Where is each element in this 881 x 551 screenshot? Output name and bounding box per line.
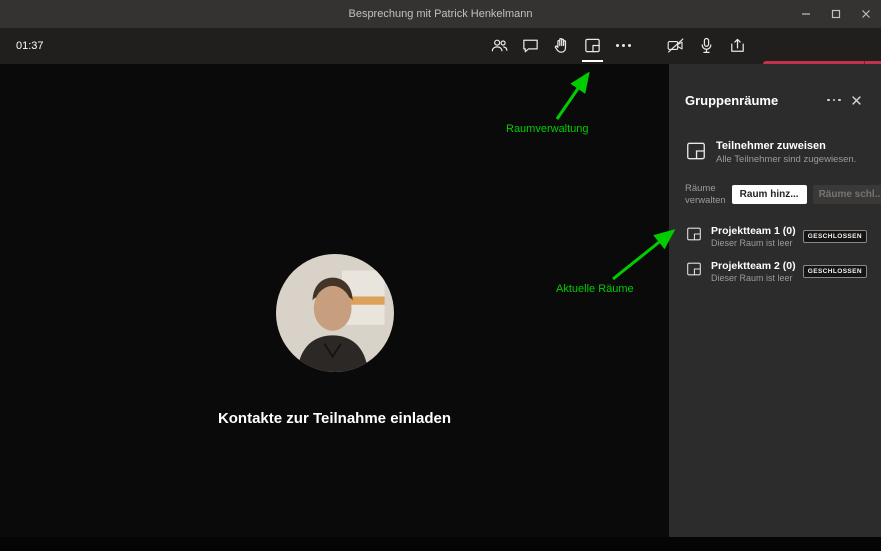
toolbar-center-icons	[484, 30, 639, 62]
breakout-rooms-icon	[585, 38, 600, 52]
share-screen-button[interactable]	[722, 30, 753, 60]
raise-hand-icon	[554, 37, 567, 53]
ellipsis-icon	[616, 43, 631, 47]
maximize-icon	[831, 9, 841, 19]
window-controls	[791, 0, 881, 28]
minimize-button[interactable]	[791, 0, 821, 28]
manage-rooms-label: Räume verwalten	[685, 183, 726, 206]
share-screen-icon	[731, 38, 744, 52]
participant-avatar	[276, 254, 394, 372]
teams-meeting-window: Besprechung mit Patrick Henkelmann 01:37	[0, 0, 881, 551]
microphone-button[interactable]	[691, 30, 722, 60]
ellipsis-icon	[827, 98, 841, 102]
add-room-button[interactable]: Raum hinz...	[731, 185, 807, 205]
room-status-text: Dieser Raum ist leer	[711, 237, 793, 248]
close-button[interactable]	[851, 0, 881, 28]
room-status-text: Dieser Raum ist leer	[711, 272, 793, 283]
room-text: Projektteam 1 (0) Dieser Raum ist leer	[711, 224, 796, 248]
room-name: Projektteam 2 (0)	[711, 259, 796, 272]
breakout-rooms-button[interactable]	[577, 30, 608, 62]
room-text: Projektteam 2 (0) Dieser Raum ist leer	[711, 259, 796, 283]
panel-more-button[interactable]	[823, 90, 845, 110]
panel-header: Gruppenräume	[685, 90, 867, 110]
room-icon	[687, 227, 701, 241]
close-icon	[862, 10, 870, 18]
annotation-label-current-rooms: Aktuelle Räume	[556, 283, 634, 295]
assign-subtitle: Alle Teilnehmer sind zugewiesen.	[716, 154, 857, 165]
raise-hand-button[interactable]	[546, 30, 577, 60]
room-icon	[687, 262, 701, 276]
close-icon	[851, 95, 861, 105]
room-row-projektteam-1[interactable]: Projektteam 1 (0) Dieser Raum ist leer G…	[685, 219, 867, 254]
room-status-badge: GESCHLOSSEN	[802, 264, 867, 278]
assign-participants-row[interactable]: Teilnehmer zuweisen Alle Teilnehmer sind…	[685, 140, 867, 167]
room-icon-wrap	[685, 225, 703, 248]
participants-icon	[491, 39, 508, 51]
chat-button[interactable]	[515, 30, 546, 60]
maximize-button[interactable]	[821, 0, 851, 28]
window-title: Besprechung mit Patrick Henkelmann	[348, 8, 533, 20]
room-name: Projektteam 1 (0)	[711, 224, 796, 237]
minimize-icon	[802, 13, 810, 15]
meeting-timer: 01:37	[16, 40, 44, 52]
assign-text: Teilnehmer zuweisen Alle Teilnehmer sind…	[716, 140, 856, 165]
room-status-badge: GESCHLOSSEN	[802, 229, 867, 243]
breakout-rooms-panel: Gruppenräume Teilnehmer zuweisen Alle Te…	[669, 64, 881, 537]
rooms-list: Projektteam 1 (0) Dieser Raum ist leer G…	[685, 219, 867, 289]
titlebar: Besprechung mit Patrick Henkelmann	[0, 0, 881, 28]
assign-icon-wrap	[685, 140, 707, 167]
assign-title: Teilnehmer zuweisen	[716, 140, 826, 152]
room-icon-wrap	[685, 260, 703, 283]
participants-button[interactable]	[484, 30, 515, 60]
invite-contacts-text[interactable]: Kontakte zur Teilnahme einladen	[0, 410, 669, 427]
assign-participants-icon	[687, 142, 705, 160]
camera-off-icon	[667, 37, 684, 53]
chat-icon	[523, 39, 538, 52]
meeting-toolbar: 01:37	[0, 28, 881, 87]
room-row-projektteam-2[interactable]: Projektteam 2 (0) Dieser Raum ist leer G…	[685, 254, 867, 289]
microphone-icon	[701, 37, 712, 53]
annotation-label-room-management: Raumverwaltung	[506, 123, 589, 135]
avatar-photo	[276, 254, 394, 372]
manage-rooms-row: Räume verwalten Raum hinz... Räume schl.…	[685, 183, 881, 207]
panel-close-button[interactable]	[845, 90, 867, 110]
camera-off-button[interactable]	[660, 30, 691, 60]
panel-title: Gruppenräume	[685, 92, 779, 108]
toolbar-right-icons	[660, 30, 753, 60]
bottom-strip	[0, 537, 881, 551]
close-rooms-button[interactable]: Räume schl...	[812, 185, 881, 205]
more-actions-button[interactable]	[608, 30, 639, 60]
